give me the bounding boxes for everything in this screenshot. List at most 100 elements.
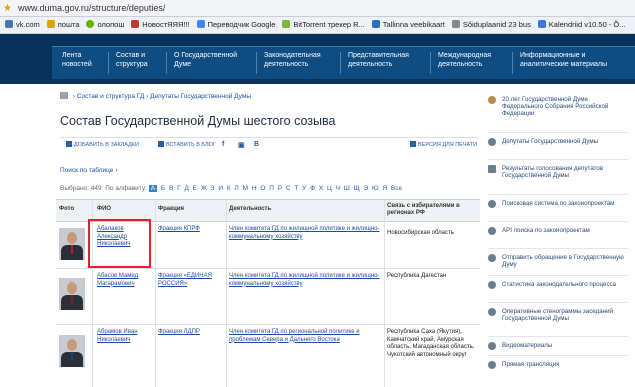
column-faction[interactable]: Фракция — [158, 206, 184, 213]
bookmark-vk[interactable]: vk.com — [5, 20, 40, 29]
url-text[interactable]: www.duma.gov.ru/structure/deputies/ — [18, 3, 165, 13]
nav-item-news[interactable]: Лента новостей — [62, 51, 102, 69]
bookmark-news[interactable]: НовостЯЯЯ!!! — [131, 20, 190, 29]
sidebar-divider — [488, 132, 628, 133]
search-icon — [488, 200, 496, 208]
blogger-icon[interactable]: ▣ — [238, 141, 245, 149]
page-title: Состав Государственной Думы шестого созы… — [60, 114, 336, 128]
home-icon[interactable] — [60, 92, 68, 99]
letter[interactable]: Е — [193, 185, 197, 192]
vk-share-icon[interactable]: B — [254, 141, 259, 148]
table-row: Абасов Мамед Магарамович Фракция «ЕДИНАЯ… — [56, 269, 480, 325]
print-version-button[interactable]: ВЕРСИЯ ДЛЯ ПЕЧАТИ — [410, 141, 477, 148]
deputy-photo[interactable] — [59, 278, 85, 310]
bookmark-olopash[interactable]: олопош — [86, 20, 124, 29]
faction-link[interactable]: Фракция ЛДПР — [158, 329, 222, 337]
letter[interactable]: Х — [319, 185, 323, 192]
letter[interactable]: З — [211, 185, 215, 192]
nav-item-legislative[interactable]: Законодательная деятельность — [264, 51, 336, 69]
letter[interactable]: Д — [184, 185, 188, 192]
map-icon — [371, 20, 380, 28]
nav-item-analytics[interactable]: Информационные и аналитические материалы — [520, 51, 632, 69]
letter[interactable]: Ч — [336, 185, 340, 192]
bookmark-translate[interactable]: Переводчик Google — [196, 20, 275, 29]
bookmark-calendar[interactable]: Kalendriid v10.50 - Õ... — [537, 20, 626, 29]
column-photo: Фото — [59, 206, 75, 212]
letter-all[interactable]: Все — [391, 185, 402, 192]
nav-item-representative[interactable]: Представительная деятельность — [348, 51, 432, 69]
sidebar-divider — [488, 336, 628, 337]
add-bookmark-button[interactable]: ДОБАВИТЬ В ЗАКЛАДКИ — [66, 141, 139, 148]
letter[interactable]: Ф — [310, 185, 315, 192]
letter[interactable]: М — [243, 185, 248, 192]
column-region: Связь с избирателями в регионах РФ — [387, 203, 460, 216]
mail-icon — [488, 254, 496, 262]
letter[interactable]: Ю — [372, 185, 379, 192]
letter[interactable]: В — [169, 185, 173, 192]
torrent-icon — [282, 20, 291, 28]
chevron-right-icon: › — [115, 167, 118, 174]
letter[interactable]: П — [269, 185, 274, 192]
region-text: Республика Дагестан — [387, 273, 447, 279]
letter[interactable]: И — [218, 185, 223, 192]
main-content: › Состав и структура ГД › Депутаты Госуд… — [52, 84, 480, 387]
letter-selected[interactable]: А — [148, 185, 158, 192]
nav-divider — [256, 52, 257, 74]
faction-link[interactable]: Фракция «ЕДИНАЯ РОССИЯ» — [158, 273, 218, 288]
nav-item-international[interactable]: Международная деятельность — [438, 51, 512, 69]
letter[interactable]: Т — [294, 185, 298, 192]
table-search-link[interactable]: Поиск по таблице › — [60, 167, 117, 174]
highlight-box — [88, 219, 151, 268]
alphabet-filter: Выбрано: 449 По алфавиту: А Б В Г Д Е Ж … — [60, 185, 402, 192]
site-icon — [86, 20, 95, 28]
activity-link[interactable]: Член комитета ГД по региональной политик… — [229, 329, 381, 344]
nav-item-structure[interactable]: Состав и структура — [116, 51, 164, 69]
faction-link[interactable]: Фракция КПРФ — [158, 226, 222, 234]
breadcrumb-deputies[interactable]: Депутаты Государственной Думы — [150, 93, 251, 100]
activity-link[interactable]: Член комитета ГД по жилищной политике и … — [229, 273, 381, 288]
letter[interactable]: О — [260, 185, 265, 192]
sidebar: 20 лет Государственной Думе Федерального… — [480, 84, 635, 386]
video-icon — [488, 342, 496, 350]
bookmark-tallinn-map[interactable]: Tallinna veebikaart — [371, 20, 445, 29]
facebook-icon[interactable]: f — [222, 141, 224, 148]
mail-icon — [46, 20, 55, 28]
letter[interactable]: Щ — [354, 185, 360, 192]
sidebar-divider — [488, 221, 628, 222]
breadcrumb-structure[interactable]: Состав и структура ГД — [77, 93, 144, 100]
letter[interactable]: Ц — [327, 185, 332, 192]
letter[interactable]: У — [302, 185, 306, 192]
selected-count: Выбрано: 449 — [60, 185, 102, 192]
deputy-name-link[interactable]: Абрамов Иван Николаевич — [97, 329, 153, 344]
nav-divider — [430, 52, 431, 74]
letter[interactable]: Н — [252, 185, 257, 192]
breadcrumb: › Состав и структура ГД › Депутаты Госуд… — [60, 92, 251, 100]
column-activity: Деятельность — [229, 206, 272, 212]
bookmark-bittorrent[interactable]: BitTorrent трекер R... — [282, 20, 365, 29]
nav-divider — [166, 52, 167, 74]
letter[interactable]: Б — [161, 185, 165, 192]
bookmark-star-icon[interactable]: ★ — [3, 3, 12, 14]
calendar-icon — [537, 20, 546, 28]
letter[interactable]: Я — [382, 185, 387, 192]
column-name[interactable]: ФИО — [97, 206, 111, 213]
bookmark-mail[interactable]: пошта — [46, 20, 80, 29]
letter[interactable]: С — [286, 185, 291, 192]
letter[interactable]: Э — [364, 185, 369, 192]
letter[interactable]: Ж — [201, 185, 207, 192]
letter[interactable]: Л — [235, 185, 239, 192]
deputy-photo[interactable] — [59, 335, 85, 367]
letter[interactable]: Г — [177, 185, 181, 192]
deputy-photo[interactable] — [59, 228, 85, 260]
embed-blog-button[interactable]: ВСТАВИТЬ В БЛОГ — [158, 141, 216, 148]
bookmark-bus-schedule[interactable]: Sõiduplaanid 23 bus — [451, 20, 531, 29]
letter[interactable]: Р — [278, 185, 282, 192]
letter[interactable]: К — [227, 185, 231, 192]
deputy-name-link[interactable]: Абасов Мамед Магарамович — [97, 273, 153, 288]
activity-link[interactable]: Член комитета ГД по жилищной политике и … — [229, 226, 381, 241]
google-translate-icon — [196, 20, 205, 28]
letter[interactable]: Ш — [344, 185, 350, 192]
document-icon — [488, 165, 496, 173]
nav-item-about[interactable]: О Государственной Думе — [174, 51, 252, 69]
address-bar[interactable]: ★ www.duma.gov.ru/structure/deputies/ — [0, 0, 635, 17]
